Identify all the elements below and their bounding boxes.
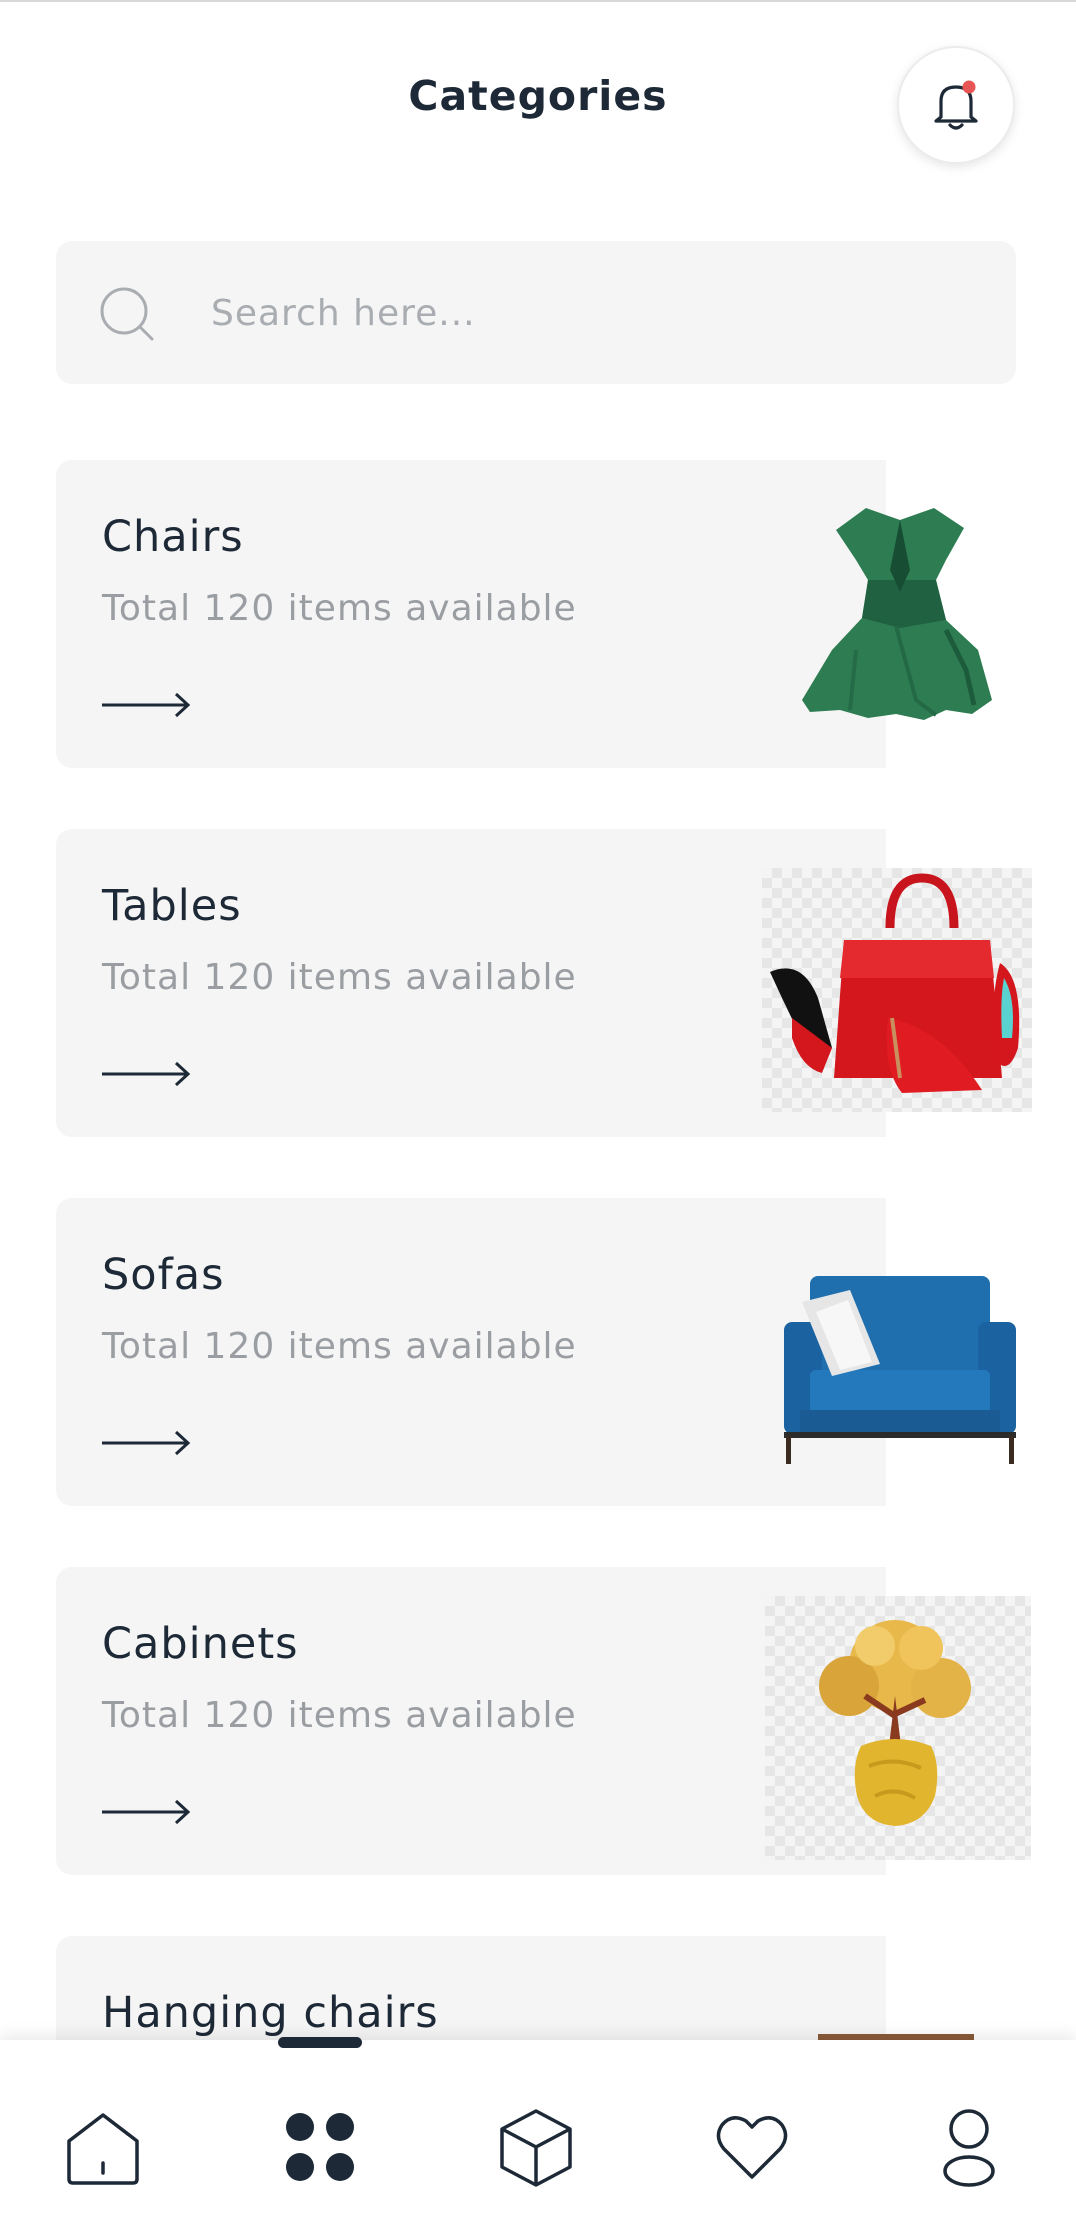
box-icon: [500, 2109, 572, 2187]
nav-favorites[interactable]: [707, 2102, 797, 2192]
active-tab-indicator: [278, 2037, 362, 2048]
category-title: Chairs: [102, 512, 244, 562]
green-dress-image: [802, 508, 992, 720]
category-subtitle: Total 120 items available: [102, 588, 577, 629]
category-title: Hanging chairs: [102, 1988, 439, 2038]
category-card-chairs[interactable]: Chairs Total 120 items available: [56, 460, 886, 768]
category-subtitle: Total 120 items available: [102, 1326, 577, 1367]
category-card-hanging-chairs[interactable]: Hanging chairs: [56, 1936, 886, 2040]
category-card-sofas[interactable]: Sofas Total 120 items available: [56, 1198, 886, 1506]
bell-icon: [934, 80, 978, 130]
category-title: Cabinets: [102, 1619, 299, 1669]
arrow-right-icon[interactable]: [100, 1797, 192, 1827]
category-subtitle: Total 120 items available: [102, 1695, 577, 1736]
category-card-cabinets[interactable]: Cabinets Total 120 items available: [56, 1567, 886, 1875]
arrow-right-icon[interactable]: [100, 690, 192, 720]
nav-home[interactable]: [58, 2102, 148, 2192]
category-title: Tables: [102, 881, 242, 931]
search-bar[interactable]: [56, 241, 1016, 384]
notification-dot: [962, 80, 976, 94]
category-subtitle: Total 120 items available: [102, 957, 577, 998]
nav-profile[interactable]: [924, 2102, 1014, 2192]
arrow-right-icon[interactable]: [100, 1428, 192, 1458]
nav-categories[interactable]: [275, 2102, 365, 2192]
nav-orders[interactable]: [491, 2102, 581, 2192]
arrow-right-icon[interactable]: [100, 1059, 192, 1089]
categories-grid-icon: [286, 2113, 354, 2181]
gold-bonsai-tree-image: [765, 1596, 1031, 1860]
red-handbag-shoes-image: [762, 868, 1032, 1112]
search-icon: [100, 287, 154, 341]
home-icon: [67, 2113, 139, 2185]
profile-icon: [943, 2109, 995, 2187]
heart-icon: [716, 2116, 788, 2179]
blue-armchair-image: [784, 1276, 1016, 1464]
category-title: Sofas: [102, 1250, 225, 1300]
bottom-navigation: [0, 2037, 1076, 2230]
header: Categories: [0, 0, 1076, 210]
notification-button[interactable]: [897, 46, 1015, 164]
search-input[interactable]: [211, 277, 971, 349]
